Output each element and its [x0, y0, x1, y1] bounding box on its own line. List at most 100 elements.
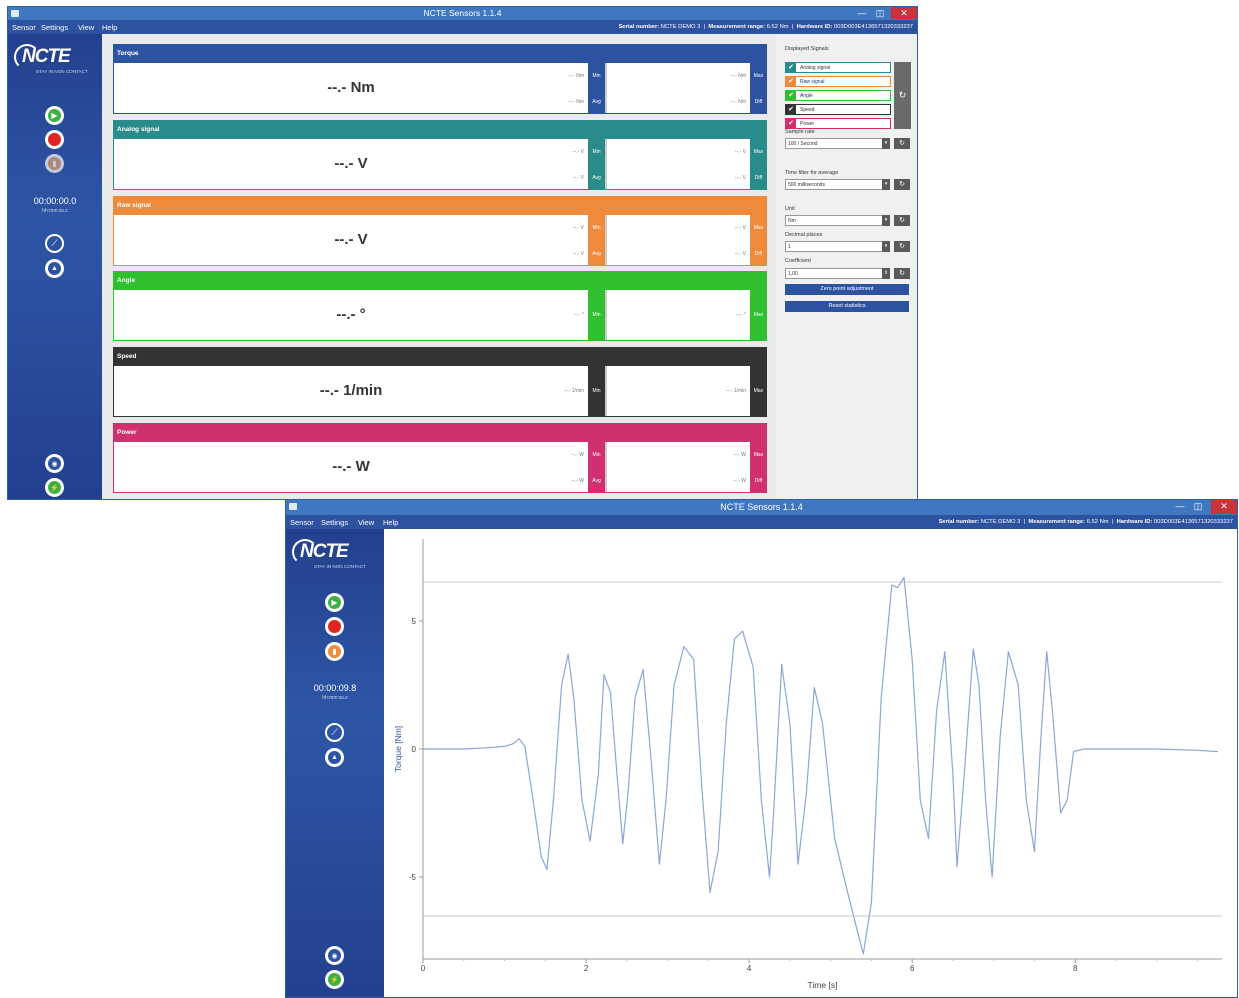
stat-tag-diff: Diff	[754, 478, 763, 484]
decimal-places-select[interactable]: 1	[785, 241, 890, 252]
time-filter-select[interactable]: 500 milliseconds	[785, 179, 890, 190]
chart-view-button[interactable]: ▲	[45, 259, 64, 278]
settings-panel: Displayed Signals ✔ Analog signal ✔ Raw …	[776, 34, 917, 499]
chevron-down-icon[interactable]: ▾	[882, 179, 890, 190]
stat-tag-max: Max	[753, 388, 764, 394]
x-axis-label: Time [s]	[808, 980, 838, 990]
displayed-signals-label: Displayed Signals	[785, 46, 829, 52]
menu-help[interactable]: Help	[383, 518, 398, 527]
timer-format: hh:mm:ss.z	[42, 208, 68, 214]
connect-button[interactable]: ⚡	[45, 478, 64, 497]
current-value: --.- 1/min	[319, 382, 383, 399]
x-tick-label: 6	[910, 964, 915, 973]
chevron-down-icon[interactable]: ▾	[882, 215, 890, 226]
reset-icon[interactable]: ↻	[894, 179, 910, 190]
menu-settings[interactable]: Settings	[41, 23, 68, 32]
signal-toggle[interactable]: ✔ Power	[785, 118, 891, 129]
screenshot-button[interactable]: ◉	[45, 454, 64, 473]
minimize-button[interactable]: —	[853, 7, 871, 19]
serial-value: NCTE DEMO 3	[980, 518, 1021, 525]
signal-label: Raw signal	[800, 79, 825, 85]
menu-sensor[interactable]: Sensor	[12, 23, 36, 32]
signal-toggle[interactable]: ✔ Speed	[785, 104, 891, 115]
plot-area[interactable]: 0 2 4 6 8 -5 0 5 Time [s] Torque [Nm]	[384, 529, 1237, 997]
minimize-button[interactable]: —	[1171, 500, 1189, 514]
play-button[interactable]: ▶	[325, 593, 344, 612]
ncte-logo: NCTE STAY IN NON CONTACT	[292, 539, 376, 569]
signal-toggle[interactable]: ✔ Angle	[785, 90, 891, 101]
panel-angle: Angle --.- ° Min Max --.- ° --.- °	[113, 271, 767, 341]
maximize-button[interactable]: ◫	[871, 7, 889, 19]
hardware-label: Hardware ID:	[796, 23, 833, 30]
menu-view[interactable]: View	[358, 518, 374, 527]
reset-icon[interactable]: ↻	[894, 241, 910, 252]
chevron-down-icon[interactable]: ▾	[882, 241, 890, 252]
calibrate-button[interactable]: ⟋	[325, 723, 344, 742]
stat-tag-diff: Diff	[754, 99, 763, 105]
divider	[605, 139, 607, 189]
device-info: Serial number: NCTE DEMO 3 | Measurement…	[619, 24, 913, 30]
stat-column-right: Max Diff	[750, 139, 767, 189]
play-button[interactable]: ▶	[45, 106, 64, 125]
avg-value: --.- V	[572, 175, 584, 181]
menu-help[interactable]: Help	[102, 23, 117, 32]
stat-tag-max: Max	[753, 149, 764, 155]
signal-toggle[interactable]: ✔ Analog signal	[785, 62, 891, 73]
checkbox-icon[interactable]: ✔	[786, 105, 796, 114]
reset-statistics-button[interactable]: Reset statistics	[785, 301, 909, 312]
device-info: Serial number: NCTE DEMO 3 | Measurement…	[939, 519, 1233, 525]
window-title: NCTE Sensors 1.1.4	[720, 502, 803, 512]
divider	[605, 442, 607, 492]
menu-view[interactable]: View	[78, 23, 94, 32]
y-tick-label: -5	[409, 873, 417, 882]
close-button[interactable]: ✕	[1211, 500, 1237, 514]
reset-icon[interactable]: ↻	[894, 138, 910, 149]
unit-select[interactable]: Nm	[785, 215, 890, 226]
max-value: --.- W	[733, 452, 747, 458]
chevron-down-icon[interactable]: ▾	[882, 138, 890, 149]
stat-column-left: Min Avg	[588, 63, 605, 113]
coefficient-input[interactable]: 1,00	[785, 268, 890, 279]
checkbox-icon[interactable]: ✔	[786, 119, 796, 128]
delete-button[interactable]: ▮	[325, 642, 344, 661]
sample-rate-select[interactable]: 100 / Second	[785, 138, 890, 149]
signal-toggle[interactable]: ✔ Raw signal	[785, 76, 891, 87]
checkbox-icon[interactable]: ✔	[786, 77, 796, 86]
reset-signals-button[interactable]: ↻	[894, 62, 911, 129]
close-button[interactable]: ✕	[891, 7, 917, 19]
calibrate-button[interactable]: ⟋	[45, 234, 64, 253]
menu-sensor[interactable]: Sensor	[290, 518, 314, 527]
reset-icon[interactable]: ↻	[894, 268, 910, 279]
checkbox-icon[interactable]: ✔	[786, 91, 796, 100]
connect-button[interactable]: ⚡	[325, 970, 344, 989]
signal-label: Angle	[800, 93, 813, 99]
divider	[605, 63, 607, 113]
play-icon: ▶	[48, 109, 61, 122]
current-value: --.- °	[336, 306, 366, 323]
panel-title: Analog signal	[113, 120, 767, 138]
record-button[interactable]	[45, 130, 64, 149]
zero-point-button[interactable]: Zero point adjustment	[785, 284, 909, 295]
delete-button[interactable]: ▮	[45, 154, 64, 173]
maximize-button[interactable]: ◫	[1189, 500, 1207, 514]
stepper-icon[interactable]: ⇕	[882, 268, 890, 279]
panel-body: --.- V Min Avg Max Diff --.- V --.- V --…	[113, 138, 767, 190]
torque-chart[interactable]: 0 2 4 6 8 -5 0 5 Time [s] Torque [Nm]	[384, 529, 1237, 997]
x-tick-label: 8	[1073, 964, 1078, 973]
record-button[interactable]	[325, 617, 344, 636]
camera-icon: ◉	[48, 457, 61, 470]
current-value: --.- V	[334, 155, 368, 172]
chart-view-button[interactable]: ▲	[325, 748, 344, 767]
max-value: --.- Nm	[730, 73, 746, 79]
stat-column-right: Max Diff	[750, 215, 767, 265]
panel-title: Power	[113, 423, 767, 441]
reset-icon[interactable]: ↻	[894, 215, 910, 226]
camera-icon: ◉	[328, 949, 341, 962]
divider	[605, 215, 607, 265]
hardware-label: Hardware ID:	[1116, 518, 1153, 525]
checkbox-icon[interactable]: ✔	[786, 63, 796, 72]
menu-settings[interactable]: Settings	[321, 518, 348, 527]
screenshot-button[interactable]: ◉	[325, 946, 344, 965]
menu-bar: Sensor Settings View Help Serial number:…	[286, 515, 1237, 529]
unit-label: Unit	[785, 206, 795, 212]
